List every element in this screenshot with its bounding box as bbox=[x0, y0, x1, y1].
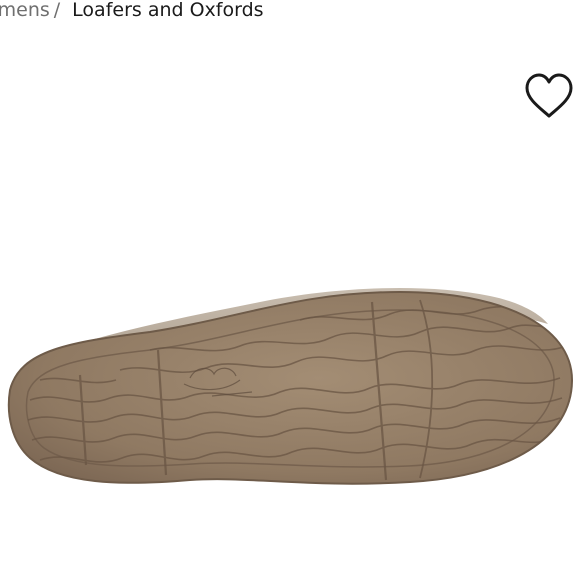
product-page: omens / Loafers and Oxfords bbox=[0, 0, 580, 580]
heart-outline-icon bbox=[525, 73, 573, 118]
shoe-sole-image bbox=[7, 288, 574, 485]
breadcrumb-separator: / bbox=[53, 0, 61, 21]
breadcrumb-link-womens[interactable]: omens bbox=[0, 0, 50, 25]
favorite-button[interactable] bbox=[522, 72, 576, 120]
breadcrumb: omens / Loafers and Oxfords bbox=[0, 0, 264, 25]
product-image bbox=[0, 280, 580, 500]
breadcrumb-current-page: Loafers and Oxfords bbox=[72, 0, 264, 21]
